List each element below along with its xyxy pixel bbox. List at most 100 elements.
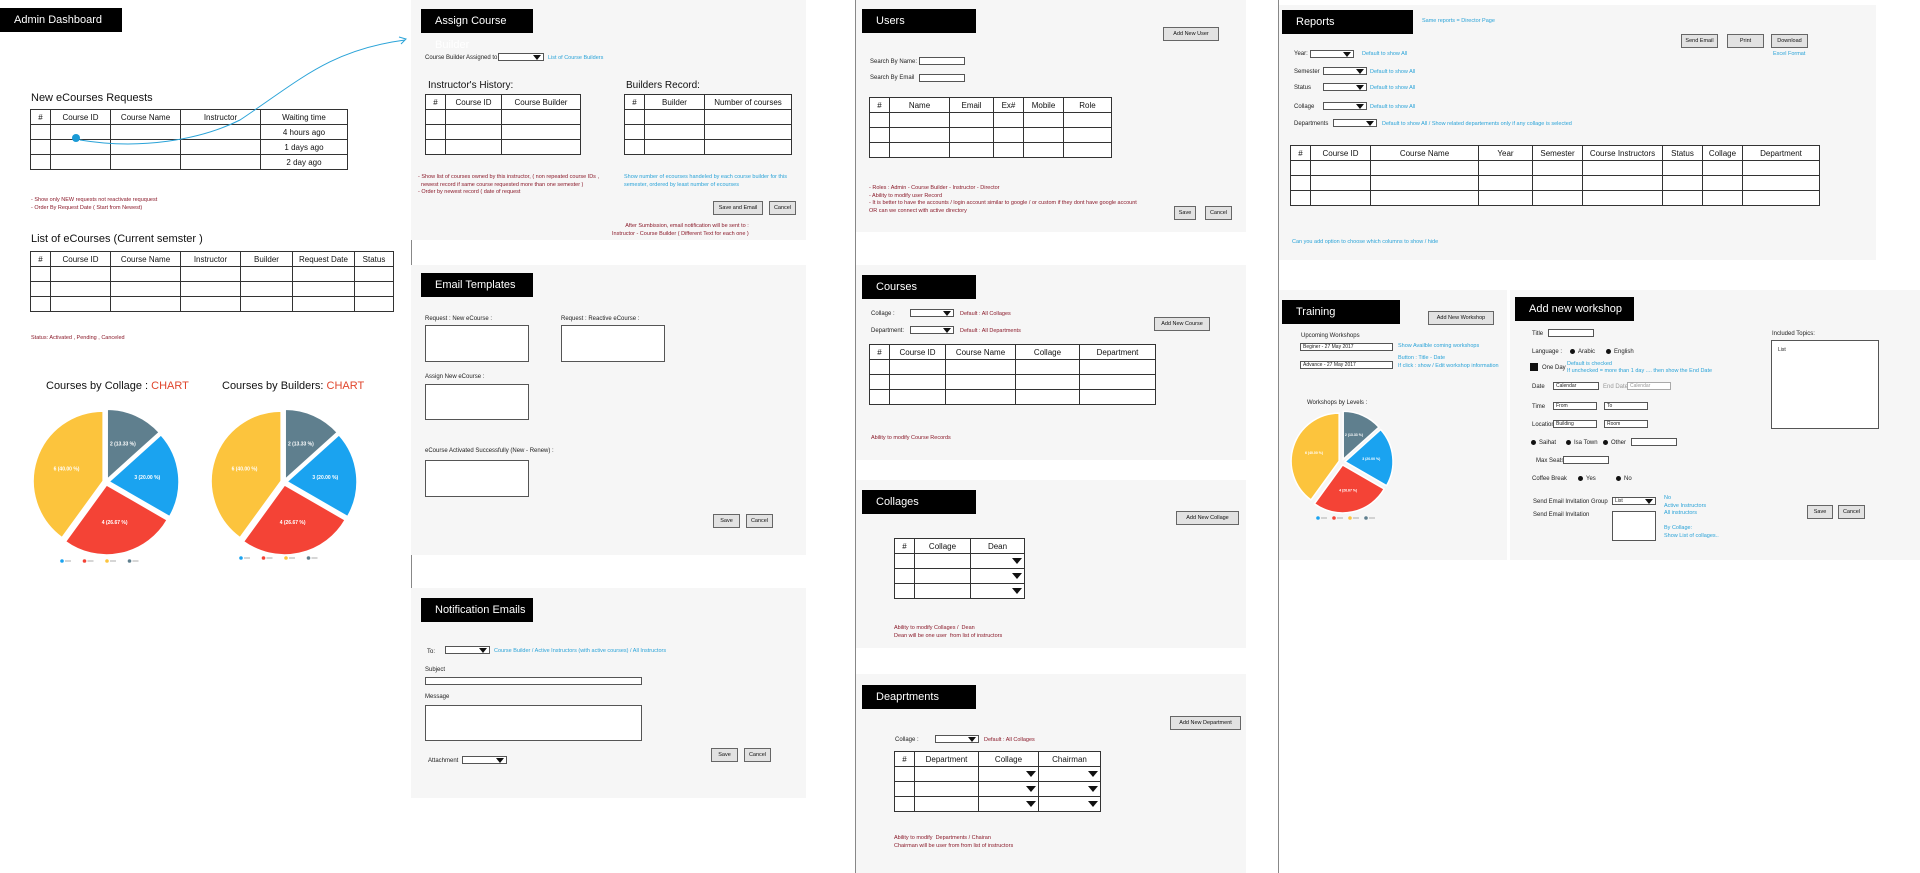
download-button[interactable]: Download	[1771, 34, 1808, 48]
search-email-input[interactable]	[919, 74, 965, 82]
filter-label: Semester	[1294, 69, 1320, 75]
table-row[interactable]	[1290, 190, 1820, 206]
assign-new-template[interactable]	[425, 384, 529, 420]
to-select[interactable]	[445, 646, 490, 654]
table-row[interactable]	[869, 127, 1112, 143]
end-date-calendar[interactable]: Calendar	[1627, 382, 1671, 390]
reactive-template[interactable]	[561, 325, 665, 362]
department-select[interactable]	[910, 326, 954, 334]
table-row[interactable]	[869, 374, 1156, 390]
table-row[interactable]	[425, 109, 581, 125]
activated-template[interactable]	[425, 460, 529, 497]
dean-dropdown[interactable]	[1012, 557, 1022, 564]
table-row[interactable]	[869, 142, 1112, 158]
arabic-radio[interactable]: Arabic	[1570, 349, 1595, 355]
table-row[interactable]	[30, 266, 394, 282]
table-row[interactable]	[894, 553, 1025, 569]
saihat-radio[interactable]: Saihat	[1531, 440, 1556, 446]
table-row[interactable]	[1290, 160, 1820, 176]
save-button[interactable]: Save	[711, 748, 738, 762]
building-input[interactable]: Building	[1553, 420, 1597, 428]
add-new-department-button[interactable]: Add New Department	[1170, 716, 1241, 730]
invitation-textarea[interactable]	[1612, 511, 1656, 541]
dean-dropdown[interactable]	[1012, 572, 1022, 579]
cancel-button[interactable]: Cancel	[1205, 206, 1232, 220]
workshop-item[interactable]: Advance - 27 May 2017	[1300, 361, 1393, 369]
departments-select[interactable]	[1333, 119, 1377, 127]
add-new-collage-button[interactable]: Add New Collage	[1176, 511, 1239, 525]
table-row[interactable]	[30, 296, 394, 312]
table-row[interactable]	[624, 109, 792, 125]
builders-list-link[interactable]: List of Course Builders	[548, 55, 603, 63]
max-seats-input[interactable]	[1563, 456, 1609, 464]
table-row[interactable]	[624, 139, 792, 155]
workshop-item[interactable]: Beginer - 27 May 2017	[1300, 343, 1393, 351]
print-button[interactable]: Print	[1727, 34, 1764, 48]
time-from-input[interactable]: From	[1553, 402, 1597, 410]
room-input[interactable]: Room	[1604, 420, 1648, 428]
table-row[interactable]	[894, 766, 1101, 782]
subject-input[interactable]	[425, 677, 642, 685]
table-row[interactable]	[894, 583, 1025, 599]
send-email-button[interactable]: Send Email	[1681, 34, 1718, 48]
chairman-dropdown[interactable]	[1088, 770, 1098, 777]
table-row[interactable]	[869, 359, 1156, 375]
add-new-workshop-button[interactable]: Add New Workshop	[1428, 311, 1494, 325]
save-button[interactable]: Save	[1807, 505, 1833, 519]
collage-dropdown[interactable]	[1026, 770, 1036, 777]
status-select[interactable]	[1323, 83, 1367, 91]
table-row[interactable]	[894, 568, 1025, 584]
semester-select[interactable]	[1323, 67, 1367, 75]
isa-town-radio[interactable]: Isa Town	[1566, 440, 1598, 446]
search-name-input[interactable]	[919, 57, 965, 65]
table-row[interactable]	[894, 796, 1101, 812]
coffee-yes-radio[interactable]: Yes	[1578, 476, 1596, 482]
coffee-no-radio[interactable]: No	[1616, 476, 1632, 482]
table-row[interactable]	[869, 112, 1112, 128]
col-header: Course ID	[1310, 145, 1371, 161]
cancel-button[interactable]: Cancel	[1838, 505, 1865, 519]
table-row[interactable]	[30, 281, 394, 297]
other-radio[interactable]: Other	[1603, 440, 1626, 446]
save-button[interactable]: Save	[713, 514, 740, 528]
departments-header: Deaprtments	[862, 685, 976, 709]
table-row[interactable]	[624, 124, 792, 140]
table-row[interactable]	[425, 139, 581, 155]
one-day-checkbox[interactable]	[1530, 363, 1538, 371]
collage-select[interactable]	[910, 309, 954, 317]
english-radio[interactable]: English	[1606, 349, 1634, 355]
dean-dropdown[interactable]	[1012, 587, 1022, 594]
excel-format-link[interactable]: Excel Format	[1773, 51, 1805, 59]
save-and-email-button[interactable]: Save and Email	[713, 201, 763, 215]
message-textarea[interactable]	[425, 705, 642, 741]
collage-dropdown[interactable]	[1026, 800, 1036, 807]
row-click-dot[interactable]	[72, 134, 80, 142]
year-select[interactable]	[1310, 50, 1354, 58]
table-row[interactable]	[869, 389, 1156, 405]
save-button[interactable]: Save	[1174, 206, 1196, 220]
add-new-user-button[interactable]: Add New User	[1163, 27, 1219, 41]
cancel-button[interactable]: Cancel	[744, 748, 771, 762]
cancel-button[interactable]: Cancel	[769, 201, 796, 215]
title-input[interactable]	[1548, 329, 1594, 337]
chairman-dropdown[interactable]	[1088, 800, 1098, 807]
collage-select[interactable]	[1323, 102, 1367, 110]
time-to-input[interactable]: To	[1604, 402, 1648, 410]
collage-select[interactable]	[935, 735, 979, 743]
new-ecourse-template[interactable]	[425, 325, 529, 362]
attachment-select[interactable]	[462, 756, 507, 764]
cancel-button[interactable]: Cancel	[746, 514, 773, 528]
table-row[interactable]	[894, 781, 1101, 797]
collage-dropdown[interactable]	[1026, 785, 1036, 792]
topics-list[interactable]: List	[1771, 340, 1879, 429]
date-calendar[interactable]: Calendar	[1553, 382, 1599, 390]
other-input[interactable]	[1631, 438, 1677, 446]
invitation-group-select[interactable]: List	[1612, 497, 1656, 505]
chairman-dropdown[interactable]	[1088, 785, 1098, 792]
same-reports-link[interactable]: Same reports = Director Page	[1422, 18, 1495, 26]
table-row[interactable]	[1290, 175, 1820, 191]
upcoming-link[interactable]: Show Availble coming workshops	[1398, 343, 1479, 351]
table-row[interactable]	[425, 124, 581, 140]
builder-select[interactable]	[498, 53, 544, 61]
add-new-course-button[interactable]: Add New Course	[1154, 317, 1210, 331]
